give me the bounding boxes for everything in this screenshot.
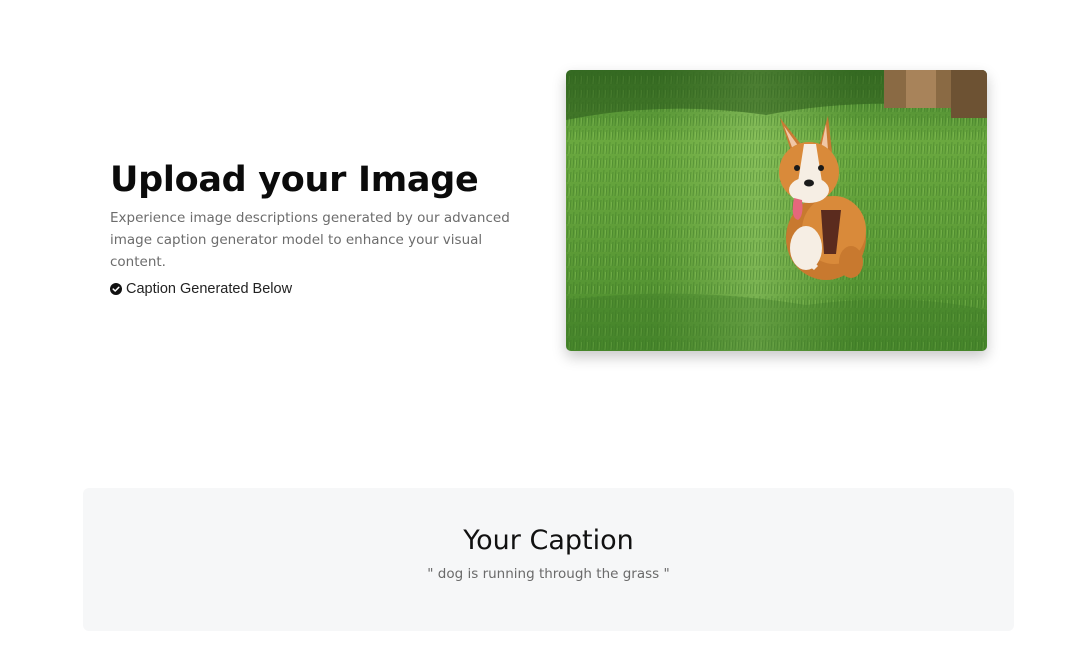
check-circle-icon [110,283,122,295]
caption-panel: Your Caption " dog is running through th… [83,488,1014,631]
page: Upload your Image Experience image descr… [0,0,1080,653]
status-text: Caption Generated Below [126,281,293,297]
uploaded-image[interactable] [566,70,987,351]
caption-status: Caption Generated Below [110,281,530,297]
generated-caption: " dog is running through the grass " [427,566,670,582]
hero-description: Experience image descriptions generated … [110,210,510,270]
caption-title: Your Caption [463,525,634,556]
hero-section: Upload your Image Experience image descr… [110,158,530,297]
dog-photo [566,70,987,351]
hero-title: Upload your Image [110,160,479,200]
